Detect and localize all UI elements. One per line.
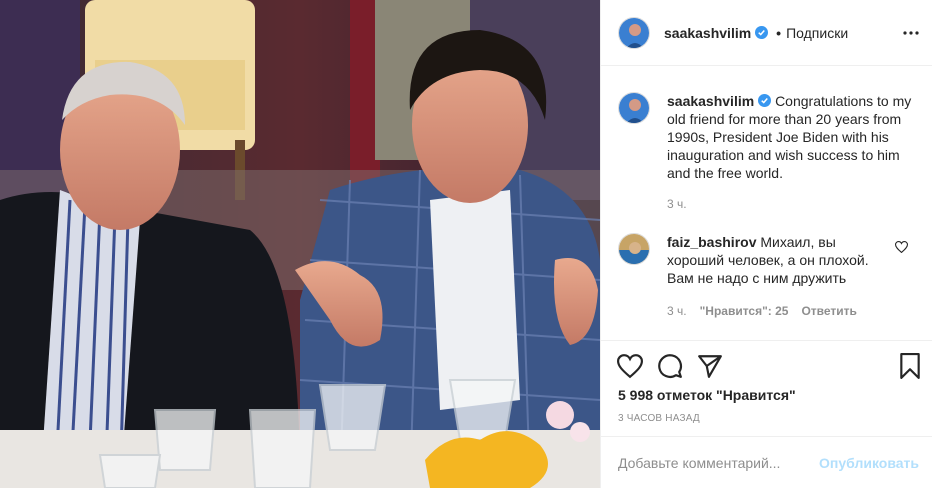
verified-badge-icon (755, 26, 769, 39)
author-avatar[interactable] (618, 16, 650, 49)
comment-like-heart-icon[interactable] (895, 241, 908, 253)
likes-count[interactable]: 5 998 отметок "Нравится" (618, 387, 796, 403)
comment-input[interactable] (618, 454, 820, 471)
photo-illustration (0, 0, 600, 488)
avatar-image (619, 17, 649, 48)
verified-badge-icon (758, 94, 772, 107)
post-timestamp[interactable]: 3 ЧАСОВ НАЗАД (618, 413, 700, 424)
post-photo[interactable] (0, 0, 600, 488)
caption-time[interactable]: 3 ч. (667, 197, 687, 211)
commenter-avatar[interactable] (618, 233, 650, 265)
caption-avatar[interactable] (618, 92, 650, 124)
caption-text-block: saakashvilim Congratulations to my old f… (667, 92, 918, 182)
heart-icon[interactable] (617, 353, 643, 379)
comment-likes[interactable]: "Нравится": 25 (700, 304, 789, 318)
more-options-icon[interactable] (903, 26, 919, 40)
publish-button[interactable]: Опубликовать (819, 455, 919, 471)
comment-text-block: faiz_bashirov Михаил, вы хороший человек… (667, 233, 882, 287)
comment-username[interactable]: faiz_bashirov (667, 234, 756, 250)
comment-time[interactable]: 3 ч. (667, 304, 687, 318)
post-side-panel: saakashvilim • Подписки saakashvilim Con… (600, 0, 932, 488)
add-comment-bar: Опубликовать (601, 436, 932, 488)
author-username[interactable]: saakashvilim (664, 25, 751, 41)
comment-item: faiz_bashirov Михаил, вы хороший человек… (618, 233, 928, 287)
comment-meta: 3 ч. "Нравится": 25 Ответить (667, 304, 857, 318)
avatar-image (619, 234, 649, 264)
bookmark-icon[interactable] (897, 353, 923, 379)
post-header: saakashvilim • Подписки (601, 0, 932, 66)
caption-username[interactable]: saakashvilim (667, 93, 754, 109)
action-bar (601, 340, 932, 389)
post-caption: saakashvilim Congratulations to my old f… (618, 92, 918, 182)
paper-plane-icon[interactable] (697, 353, 723, 379)
separator-dot: • (776, 24, 782, 41)
reply-button[interactable]: Ответить (801, 304, 856, 318)
avatar-image (619, 93, 649, 123)
following-status[interactable]: Подписки (786, 25, 848, 41)
comment-icon[interactable] (657, 353, 683, 379)
